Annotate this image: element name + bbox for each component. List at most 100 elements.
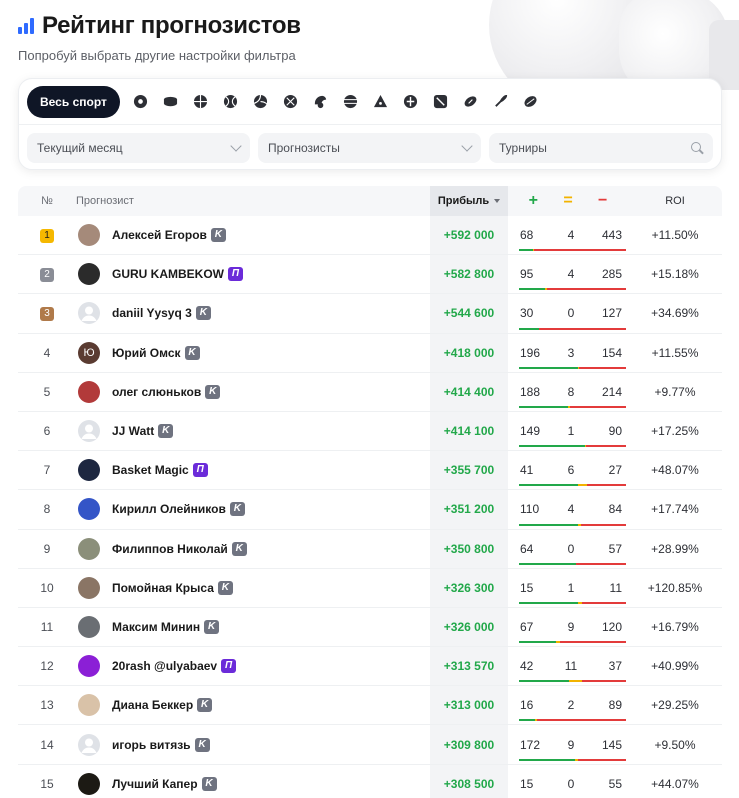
table-row[interactable]: 4 Ю Юрий Омск K +418 000 196 3 154 +11.55% <box>18 333 722 373</box>
avatar[interactable] <box>78 420 100 443</box>
table-row[interactable]: 5 олег слюньков K +414 400 188 8 214 +9.77% <box>18 372 722 412</box>
period-select[interactable]: Текущий месяц <box>27 133 250 163</box>
basketball-icon[interactable] <box>192 93 210 111</box>
avatar[interactable] <box>78 224 100 247</box>
table-row[interactable]: 15 Лучший Капер K +308 500 15 0 55 +44.07% <box>18 764 722 798</box>
forecaster-name[interactable]: олег слюньков <box>112 385 201 399</box>
rugby-icon[interactable] <box>522 93 540 111</box>
badminton-icon[interactable] <box>492 93 510 111</box>
k-tag-badge: K <box>217 580 233 595</box>
table-row[interactable]: 3 daniil Yysyq 3 K +544 600 30 0 127 +34.69% <box>18 294 722 334</box>
table-row[interactable]: 12 20rash @ulyabaev П +313 570 42 11 37 +40.99% <box>18 647 722 687</box>
forecaster-cell[interactable]: Диана Беккер K <box>76 694 430 717</box>
hockey-puck-icon[interactable] <box>162 93 180 111</box>
roi-value: +17.74% <box>651 502 699 517</box>
soccer-ball-icon[interactable] <box>132 93 150 111</box>
roi-value: +11.55% <box>651 345 699 360</box>
wins-bar-segment <box>519 327 540 330</box>
avatar[interactable] <box>78 459 100 482</box>
avatar[interactable] <box>78 302 100 325</box>
draws-count: 0 <box>567 306 575 321</box>
handball-icon[interactable] <box>282 93 300 111</box>
wdl-ratio-bar <box>519 327 626 330</box>
avatar[interactable] <box>78 498 100 521</box>
table-row[interactable]: 9 Филиппов Николай K +350 800 64 0 57 +28.99% <box>18 529 722 569</box>
mma-icon[interactable] <box>432 93 450 111</box>
forecaster-name[interactable]: GURU KAMBEKOW <box>112 267 224 281</box>
forecaster-name[interactable]: Юрий Омск <box>112 346 181 360</box>
forecaster-name[interactable]: Basket Magic <box>112 463 189 477</box>
american-football-icon[interactable] <box>462 93 480 111</box>
forecaster-name[interactable]: Филиппов Николай <box>112 542 228 556</box>
forecaster-cell[interactable]: Филиппов Николай K <box>76 537 430 560</box>
forecaster-name[interactable]: daniil Yysyq 3 <box>112 306 192 320</box>
avatar[interactable] <box>78 380 100 403</box>
rank-cell: 13 <box>18 698 76 712</box>
forecaster-cell[interactable]: Ю Юрий Омск K <box>76 341 430 364</box>
wdl-cell: 110 4 84 <box>508 490 628 528</box>
table-row[interactable]: 10 Помойная Крыса K +326 300 15 1 11 +120.85% <box>18 568 722 608</box>
table-row[interactable]: 6 JJ Watt K +414 100 149 1 90 +17.25% <box>18 411 722 452</box>
header-profit-sort[interactable]: Прибыль <box>430 186 508 216</box>
forecaster-name[interactable]: Диана Беккер <box>112 698 193 712</box>
volleyball-icon[interactable] <box>252 93 270 111</box>
rank-medal-badge: 3 <box>40 307 54 322</box>
avatar[interactable] <box>78 615 100 638</box>
header-losses[interactable]: − <box>598 192 607 210</box>
avatar[interactable] <box>78 537 100 560</box>
forecaster-cell[interactable]: JJ Watt K <box>76 420 430 443</box>
table-tennis-icon[interactable] <box>342 93 360 111</box>
forecaster-cell[interactable]: Алексей Егоров K <box>76 224 430 247</box>
header-wins[interactable]: + <box>529 192 538 210</box>
table-row[interactable]: 1 Алексей Егоров K +592 000 68 4 443 +11.50% <box>18 216 722 256</box>
avatar[interactable] <box>78 772 100 795</box>
esports-icon[interactable] <box>312 93 330 111</box>
avatar[interactable] <box>78 733 100 756</box>
tournaments-search[interactable]: Турниры <box>489 133 713 163</box>
forecaster-cell[interactable]: олег слюньков K <box>76 380 430 403</box>
draws-count: 8 <box>567 384 575 399</box>
type-select[interactable]: Прогнозисты <box>258 133 481 163</box>
table-row[interactable]: 11 Максим Минин K +326 000 67 9 120 +16.79% <box>18 607 722 648</box>
forecaster-cell[interactable]: Кирилл Олейников K <box>76 498 430 521</box>
forecaster-cell[interactable]: 20rash @ulyabaev П <box>76 655 430 678</box>
table-row[interactable]: 2 GURU KAMBEKOW П +582 800 95 4 285 +15.18% <box>18 255 722 295</box>
forecaster-name[interactable]: JJ Watt <box>112 424 154 438</box>
avatar[interactable] <box>78 263 100 286</box>
forecaster-name[interactable]: Помойная Крыса <box>112 581 214 595</box>
wins-count: 41 <box>520 463 534 478</box>
forecaster-cell[interactable]: Лучший Капер K <box>76 772 430 795</box>
forecaster-name[interactable]: Лучший Капер <box>112 777 198 791</box>
avatar[interactable] <box>78 694 100 717</box>
losses-count: 57 <box>608 541 622 556</box>
k-tag-badge: K <box>195 306 211 321</box>
table-row[interactable]: 7 Basket Magic П +355 700 41 6 27 +48.07% <box>18 451 722 491</box>
all-sports-button[interactable]: Весь спорт <box>27 85 120 118</box>
tennis-icon[interactable] <box>222 93 240 111</box>
roi-value: +9.50% <box>654 737 696 752</box>
forecaster-cell[interactable]: Помойная Крыса K <box>76 576 430 599</box>
forecaster-name[interactable]: Алексей Егоров <box>112 228 207 242</box>
forecaster-name[interactable]: Кирилл Олейников <box>112 502 226 516</box>
header-name: Прогнозист <box>76 195 430 207</box>
header-profit-label: Прибыль <box>437 195 490 207</box>
table-row[interactable]: 14 игорь витязь K +309 800 172 9 145 +9.50% <box>18 725 722 765</box>
billiards-icon[interactable] <box>372 93 390 111</box>
avatar[interactable]: Ю <box>78 341 100 364</box>
forecaster-cell[interactable]: Максим Минин K <box>76 615 430 638</box>
cybersport-icon[interactable] <box>402 93 420 111</box>
header-roi[interactable]: ROI <box>628 195 722 207</box>
avatar[interactable] <box>78 655 100 678</box>
table-row[interactable]: 8 Кирилл Олейников K +351 200 110 4 84 +17.74% <box>18 490 722 530</box>
forecaster-cell[interactable]: игорь витязь K <box>76 733 430 756</box>
losses-bar-segment <box>580 523 626 526</box>
forecaster-name[interactable]: Максим Минин <box>112 620 200 634</box>
avatar[interactable] <box>78 576 100 599</box>
forecaster-cell[interactable]: GURU KAMBEKOW П <box>76 263 430 286</box>
forecaster-name[interactable]: 20rash @ulyabaev <box>112 659 217 673</box>
forecaster-cell[interactable]: daniil Yysyq 3K <box>76 302 430 325</box>
header-draws[interactable]: = <box>563 192 572 210</box>
forecaster-name[interactable]: игорь витязь <box>112 738 191 752</box>
forecaster-cell[interactable]: Basket Magic П <box>76 459 430 482</box>
table-row[interactable]: 13 Диана Беккер K +313 000 16 2 89 +29.25% <box>18 686 722 726</box>
